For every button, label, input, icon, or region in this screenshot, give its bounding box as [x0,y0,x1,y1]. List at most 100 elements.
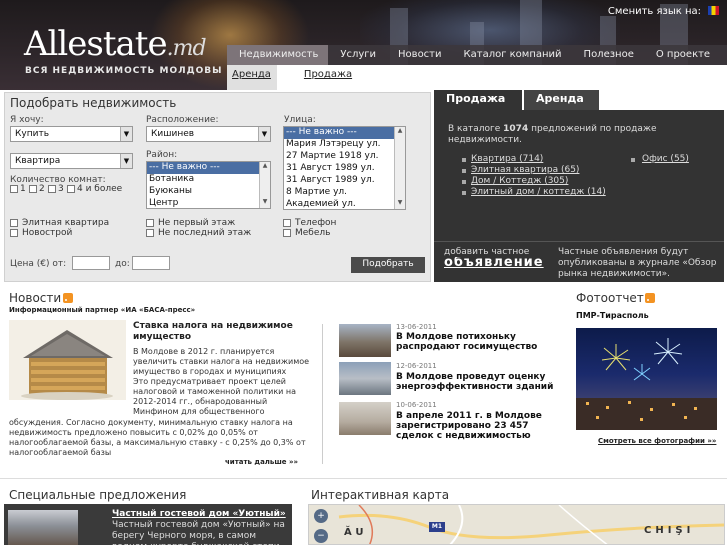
new-building-checkbox[interactable] [10,229,18,237]
news-divider [322,324,323,464]
search-panel: Подобрать недвижимость Я хочу: Купить ▼ … [4,92,431,282]
add-private-ad-link[interactable]: объявление [444,257,554,282]
news-item-image[interactable] [339,402,391,435]
rooms-1-checkbox[interactable] [10,185,18,193]
sale-link-elite-house[interactable]: Элитный дом / коттедж (14) [471,187,606,197]
photo-report-image[interactable] [576,328,717,430]
nav-item-catalog[interactable]: Каталог компаний [452,45,572,65]
street-option[interactable]: 31 Август 1989 ул. [284,175,405,187]
scroll-up-icon[interactable]: ▲ [260,162,270,172]
not-last-floor-checkbox[interactable] [146,229,154,237]
street-option[interactable]: 31 Август 1989 ул. [284,163,405,175]
want-select-value: Купить [15,129,49,139]
bullet-icon [631,158,635,162]
elite-apartment-checkbox[interactable] [10,219,18,227]
sale-panel: Продажа Аренда В каталоге 1074 предложен… [434,90,724,282]
sale-link-apartment[interactable]: Квартира (714) [471,154,543,164]
rooms-2-checkbox[interactable] [29,185,37,193]
street-option[interactable]: 8 Мартие ул. [284,187,405,199]
news-house-image[interactable] [9,320,126,400]
price-from-input[interactable] [72,256,110,270]
subnav-sale[interactable]: Продажа [299,65,352,90]
news-item-title[interactable]: В Молдове проведут оценку энергоэффектив… [396,372,556,392]
scroll-down-icon[interactable]: ▼ [260,198,270,208]
sale-link-office[interactable]: Офис (55) [642,154,689,164]
photo-caption[interactable]: ПМР-Тирасполь [576,311,649,320]
sale-link-elite-apartment[interactable]: Элитная квартира (65) [471,165,579,175]
nav-item-news[interactable]: Новости [386,45,451,65]
district-listbox[interactable]: --- Не важно --- Ботаника Буюканы Центр … [146,161,271,209]
street-option[interactable]: 27 Мартие 1918 ул. [284,151,405,163]
sale-link-house[interactable]: Дом / Коттедж (305) [471,176,568,186]
news-item-date: 12-06-2011 [396,362,437,370]
scroll-down-icon[interactable]: ▼ [395,199,405,209]
elite-apartment-label: Элитная квартира [22,218,110,228]
rooms-4-checkbox[interactable] [67,185,75,193]
moldova-flag-icon[interactable] [708,6,719,15]
price-to-input[interactable] [132,256,170,270]
site-logo[interactable]: Allestate.md [24,24,207,64]
street-option[interactable]: Мария Лэтэрецу ул. [284,139,405,151]
location-select[interactable]: Кишинев ▼ [146,126,271,142]
want-select[interactable]: Купить ▼ [10,126,133,142]
sub-navigation: Аренда Продажа [227,65,727,90]
news-main-title[interactable]: Ставка налога на недвижимое имущество [133,321,313,343]
bullet-icon [462,169,466,173]
add-private-label: добавить частное [444,247,530,257]
rooms-4-label: 4 и более [77,184,123,194]
news-main-text-top: В Молдове в 2012 г. планируется увеличит… [133,347,310,376]
special-offer-card[interactable]: Частный гостевой дом «Уютный» Частный го… [4,504,292,545]
bullet-icon [462,191,466,195]
phone-label: Телефон [295,218,337,228]
street-scrollbar[interactable]: ▲ ▼ [394,127,405,209]
nav-item-realty[interactable]: Недвижимость [227,45,329,65]
street-option[interactable]: Академией ул. [284,199,405,209]
zoom-out-button[interactable]: − [314,529,328,543]
news-partner[interactable]: Информационный партнер «ИА «БАСА-пресс» [9,306,195,314]
all-photos-link[interactable]: Смотреть все фотографии »» [598,437,716,445]
special-offer-text: Частный гостевой дом «Уютный» на берегу … [112,520,285,545]
zoom-in-button[interactable]: + [314,509,328,523]
district-option[interactable]: Буюканы [147,186,270,198]
rss-icon[interactable] [645,293,655,303]
rss-icon[interactable] [63,293,73,303]
photo-report-heading: Фотоотчет [576,291,644,305]
search-submit-button[interactable]: Подобрать [351,257,425,273]
district-option[interactable]: Ботаника [147,174,270,186]
district-scrollbar[interactable]: ▲ ▼ [259,162,270,208]
scroll-up-icon[interactable]: ▲ [395,127,405,137]
rooms-3-label: 3 [58,184,64,194]
news-item-image[interactable] [339,324,391,357]
interactive-map[interactable]: + − M1 ĂU CHIŞI [308,504,725,545]
special-offer-title[interactable]: Частный гостевой дом «Уютный» [112,509,286,519]
street-listbox[interactable]: --- Не важно --- Мария Лэтэрецу ул. 27 М… [283,126,406,210]
news-main-text: В Молдове в 2012 г. планируется увеличит… [133,347,313,417]
not-first-floor-checkbox[interactable] [146,219,154,227]
rooms-2-label: 2 [39,184,45,194]
street-option[interactable]: --- Не важно --- [284,127,405,139]
furniture-checkbox[interactable] [283,229,291,237]
news-item-date: 13-06-2011 [396,323,437,331]
property-type-select[interactable]: Квартира ▼ [10,153,133,169]
subnav-rent[interactable]: Аренда [227,65,277,90]
news-main-text-bottom: обсуждения. Согласно документу, минималь… [9,418,306,457]
logo-tld: .md [166,36,207,61]
rooms-3-checkbox[interactable] [48,185,56,193]
tab-sale[interactable]: Продажа [434,90,522,110]
district-option[interactable]: --- Не важно --- [147,162,270,174]
sale-divider [434,241,724,242]
news-item-title[interactable]: В Молдове потихоньку распродают госимуще… [396,332,556,352]
news-item-title[interactable]: В апреле 2011 г. в Молдове зарегистриров… [396,411,556,441]
nav-item-useful[interactable]: Полезное [572,45,644,65]
tab-rent[interactable]: Аренда [524,90,599,110]
news-item-image[interactable] [339,362,391,395]
location-label: Расположение: [146,115,219,125]
district-option[interactable]: Центр [147,198,270,208]
read-more-link[interactable]: читать дальше »» [225,458,298,466]
price-from-label: Цена (€) от: [10,259,67,269]
nav-item-about[interactable]: О проекте [644,45,720,65]
coin-house-illustration [21,330,113,400]
special-offer-image[interactable] [8,510,78,545]
phone-checkbox[interactable] [283,219,291,227]
nav-item-services[interactable]: Услуги [328,45,386,65]
